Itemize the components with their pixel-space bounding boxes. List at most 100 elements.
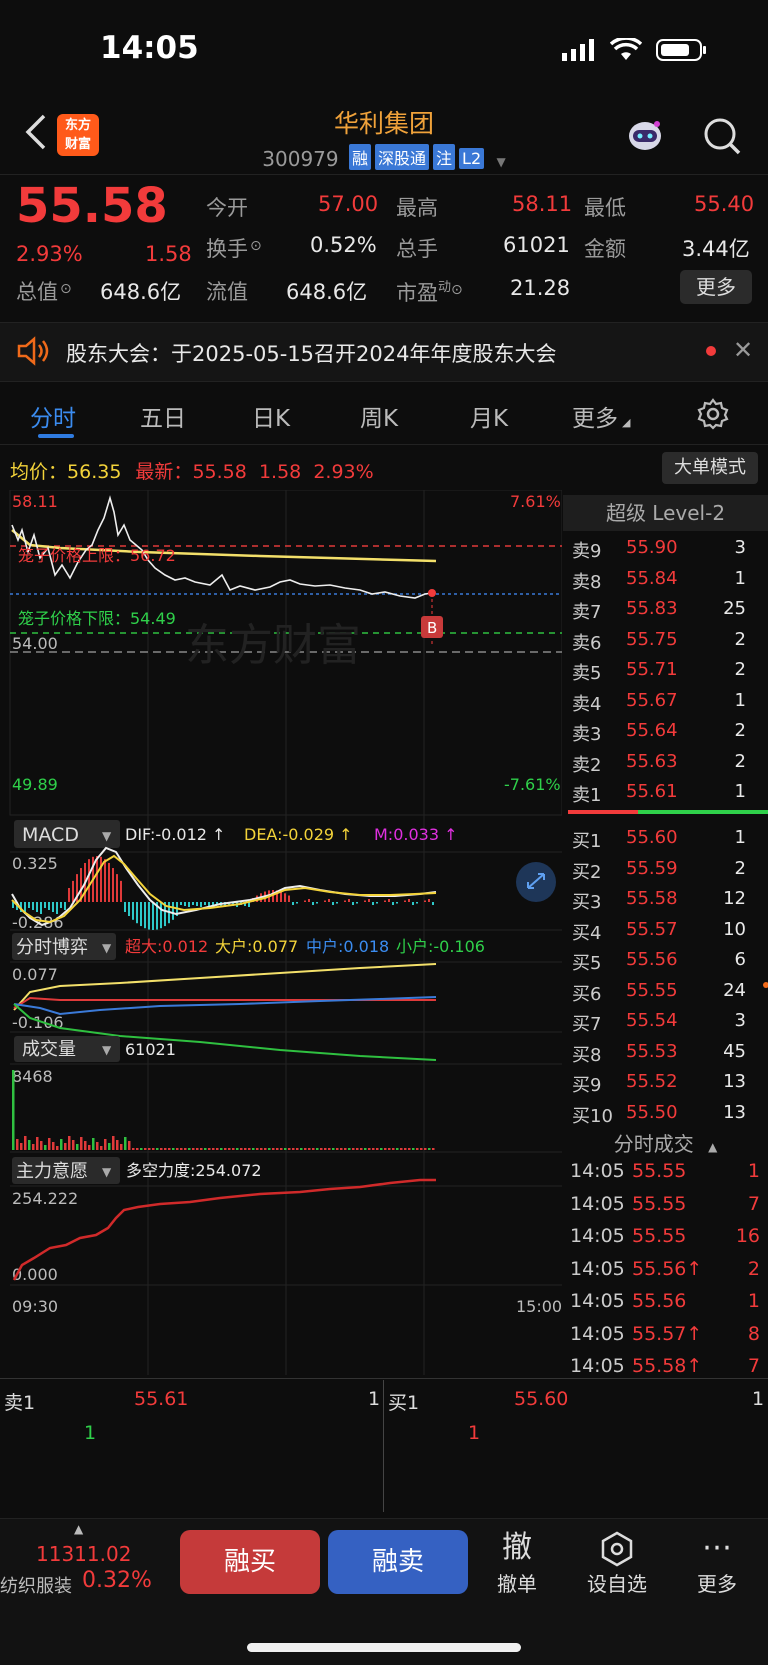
sector-index-value[interactable]: 11311.02 [36, 1542, 131, 1566]
ask-row[interactable]: 卖1 55.61 1 [570, 781, 760, 811]
margin-buy-button[interactable]: 融买 [180, 1530, 320, 1594]
ask-row[interactable]: 卖2 55.63 2 [570, 751, 760, 781]
bid-row[interactable]: 买7 55.54 3 [570, 1010, 760, 1040]
trades-title[interactable]: 分时成交 ▲ [563, 1128, 768, 1157]
info-icon[interactable]: ⊙ [60, 281, 72, 297]
bid-row[interactable]: 买1 55.60 1 [570, 827, 760, 857]
trade-volume: 7 [747, 1355, 760, 1377]
bid-row[interactable]: 买5 55.56 6 [570, 949, 760, 979]
order-volume: 1 [734, 567, 746, 589]
bid-row[interactable]: 买9 55.52 13 [570, 1071, 760, 1101]
bid-row[interactable]: 买8 55.53 45 [570, 1041, 760, 1071]
tab-monthly-k[interactable]: 月K [470, 399, 508, 433]
svg-text:▼: ▼ [102, 1043, 112, 1057]
volume-bar [340, 1148, 343, 1150]
tab-5day[interactable]: 五日 [140, 399, 186, 433]
macd-bar [172, 902, 174, 920]
dif-line [11, 846, 437, 927]
order-price: 55.64 [626, 720, 678, 741]
bid-row[interactable]: 买4 55.57 10 [570, 919, 760, 949]
order-volume: 1 [734, 781, 746, 802]
float-label: 流值 [206, 280, 248, 304]
volume-bar [236, 1148, 239, 1150]
volume-bar [180, 1148, 183, 1150]
volume-bar [360, 1148, 363, 1150]
bid-row[interactable]: 买10 55.50 13 [570, 1102, 760, 1132]
tab-weekly-k[interactable]: 周K [360, 399, 398, 433]
volume-bar [304, 1148, 307, 1150]
volume-bar [280, 1148, 283, 1150]
volume-bar [96, 1142, 99, 1150]
trade-volume: 16 [735, 1225, 760, 1247]
trade-row: 14:05 55.58↑ 7 [570, 1355, 760, 1385]
level2-title[interactable]: 超级 Level-2 [563, 495, 768, 531]
ask-row[interactable]: 卖5 55.71 2 [570, 659, 760, 689]
intraday-chart-area[interactable]: 东方财富 B 58.11 7.61% 笼子价格上限：56.72 笼子价格下限：5… [0, 490, 562, 1380]
order-volume: 2 [734, 659, 746, 680]
volume-bar [132, 1148, 135, 1150]
sector-change[interactable]: 0.32% [82, 1568, 152, 1593]
cancel-order-button[interactable]: 撤 撤单 [477, 1528, 557, 1597]
quick-quote-divider [383, 1380, 384, 1512]
macd-bar [96, 856, 98, 902]
volume-bar [200, 1148, 203, 1150]
gear-icon[interactable] [697, 398, 729, 430]
ask-row[interactable]: 卖6 55.75 2 [570, 629, 760, 659]
margin-sell-button[interactable]: 融卖 [328, 1530, 468, 1594]
more-button[interactable]: 更多 [680, 270, 752, 304]
macd-bar [184, 902, 186, 906]
order-level-label: 卖5 [572, 663, 602, 684]
bid-row[interactable]: 买6 55.55 24 [570, 980, 760, 1010]
sector-name[interactable]: 纺织服装 [0, 1572, 72, 1598]
macd-bar [204, 902, 206, 905]
tab-intraday[interactable]: 分时 [30, 399, 76, 433]
info-icon[interactable]: ⊙ [250, 238, 262, 254]
ask-row[interactable]: 卖3 55.64 2 [570, 720, 760, 750]
bid-row[interactable]: 买3 55.58 12 [570, 888, 760, 918]
order-level-label: 卖3 [572, 724, 602, 745]
notice-text[interactable]: 股东大会：于2025-05-15召开2024年年度股东大会 [66, 338, 556, 368]
macd-bar [192, 902, 194, 905]
order-volume: 24 [723, 979, 746, 1001]
order-price: 55.61 [626, 781, 678, 802]
volume-bar [324, 1148, 327, 1150]
more-menu-button[interactable]: ⋯ 更多 [677, 1528, 757, 1597]
volume-bar [376, 1148, 379, 1150]
macd-bar [36, 902, 38, 912]
ask-row[interactable]: 卖7 55.83 25 [570, 598, 760, 628]
ask-row[interactable]: 卖8 55.84 1 [570, 568, 760, 598]
macd-bar [40, 902, 42, 914]
tab-daily-k[interactable]: 日K [252, 399, 290, 433]
volume-bar [400, 1148, 403, 1150]
big-order-mode-button[interactable]: 大单模式 [662, 452, 758, 484]
volume-bar [296, 1148, 299, 1150]
high-value: 58.11 [512, 192, 573, 216]
close-icon[interactable]: ✕ [733, 336, 753, 364]
robot-assistant-icon[interactable] [624, 116, 666, 156]
add-watchlist-button[interactable]: 设自选 [577, 1528, 657, 1597]
buy-marker-label: B [427, 619, 437, 637]
macd-bar [88, 859, 90, 902]
tab-more[interactable]: 更多 ◢ [572, 399, 630, 433]
volume-bar [368, 1148, 371, 1150]
chevron-up-icon[interactable]: ▲ [74, 1522, 83, 1536]
svg-text:254.222: 254.222 [12, 1189, 78, 1208]
order-volume: 13 [723, 1101, 746, 1123]
speaker-icon [17, 336, 49, 366]
volume-bar [336, 1148, 339, 1150]
volume-bar [140, 1148, 143, 1150]
svg-text:MACD: MACD [22, 824, 79, 846]
order-volume: 2 [734, 750, 746, 772]
info-icon[interactable]: ⊙ [451, 282, 463, 298]
bid-row[interactable]: 买2 55.59 2 [570, 858, 760, 888]
macd-bar [68, 888, 70, 902]
search-icon[interactable] [702, 116, 742, 156]
order-price: 55.67 [626, 689, 678, 711]
ask-row[interactable]: 卖9 55.90 3 [570, 537, 760, 567]
volume-bar [396, 1148, 399, 1150]
svg-text:0.000: 0.000 [12, 1265, 58, 1284]
order-price: 55.59 [626, 857, 678, 879]
trade-price: 55.58↑ [632, 1355, 703, 1377]
ask-row[interactable]: 卖4 55.67 1 [570, 690, 760, 720]
volume-bar [320, 1148, 323, 1150]
